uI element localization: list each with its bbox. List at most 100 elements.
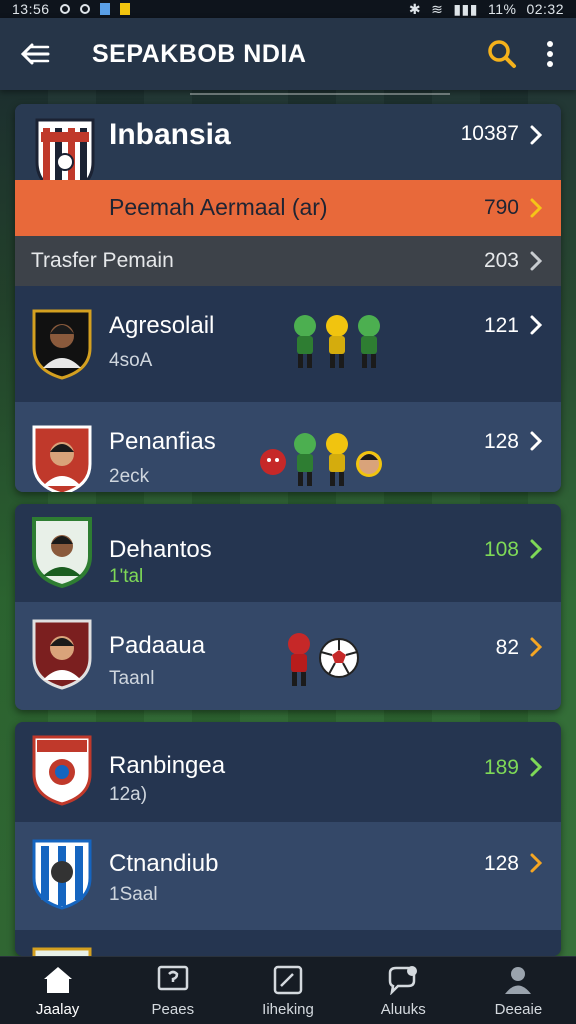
nav-item-messages[interactable]: Peaes xyxy=(115,957,230,1024)
transfer-label: Trasfer Pemain xyxy=(31,249,174,272)
team-crest-icon xyxy=(32,309,92,380)
league-header-row[interactable]: Inbansia 10387 xyxy=(15,104,561,196)
nav-label: Aluuks xyxy=(380,1001,426,1018)
pitch-line-decoration xyxy=(190,93,450,95)
team-subtitle: 1Saal xyxy=(109,884,158,905)
team-name: Padaaua xyxy=(109,632,206,659)
team-crest-icon xyxy=(32,839,92,910)
chevron-right-icon xyxy=(530,853,543,873)
battery-level: 11% xyxy=(487,1,517,17)
search-icon xyxy=(488,40,516,68)
nav-item-profile[interactable]: Deeaie xyxy=(461,957,576,1024)
team-crest-icon xyxy=(32,735,92,806)
notification-icon xyxy=(59,4,70,14)
team-name: Penanfias xyxy=(109,428,216,455)
chevron-right-icon xyxy=(530,125,543,145)
player-rating-count: 790 xyxy=(483,196,519,219)
player-rating-row[interactable]: Peemah Aermaal (ar) 790 xyxy=(15,180,561,236)
back-button[interactable] xyxy=(18,39,52,69)
nav-item-ranking[interactable]: Iiheking xyxy=(230,957,345,1024)
app-title: SEPAKBOB NDIA xyxy=(92,39,307,68)
team-row[interactable]: Agresolail 4soA 121 xyxy=(15,286,561,402)
team-count: 121 xyxy=(483,314,519,337)
team-group-card: Dehantos 1'tal 108 Padaaua Taanl 82 xyxy=(15,504,561,710)
nav-label: Jaalay xyxy=(35,1001,80,1018)
team-name: Ctnandiub xyxy=(109,850,219,877)
edit-icon xyxy=(273,965,303,995)
status-clock: 02:32 xyxy=(526,1,564,17)
chevron-right-icon xyxy=(530,539,543,559)
player-face-icon xyxy=(356,451,382,477)
nav-label: Iiheking xyxy=(262,1001,314,1018)
player-figures xyxy=(259,432,383,488)
team-count: 128 xyxy=(483,852,519,875)
team-crest-icon xyxy=(32,619,92,690)
team-subtitle: Taanl xyxy=(109,668,155,689)
wifi-icon: ≋ xyxy=(431,0,444,17)
transfer-count: 203 xyxy=(483,249,519,272)
green-player-icon xyxy=(294,433,316,486)
player-figures xyxy=(291,314,383,370)
team-crest-icon xyxy=(32,947,92,956)
more-options-button[interactable] xyxy=(542,36,558,72)
profile-icon xyxy=(505,967,532,994)
back-arrow-icon xyxy=(20,43,50,65)
chevron-right-icon xyxy=(530,757,543,777)
search-button[interactable] xyxy=(484,36,520,72)
team-crest-icon xyxy=(32,517,92,588)
team-subtitle: 4soA xyxy=(109,350,153,371)
team-name: Ranbingea xyxy=(109,752,226,779)
team-row[interactable]: Ctnandiub 1Saal 128 xyxy=(15,822,561,930)
green-player-icon xyxy=(294,315,316,368)
team-crest-icon xyxy=(32,425,92,492)
soccer-ball-icon xyxy=(319,638,359,678)
message-icon xyxy=(157,965,189,991)
chevron-right-icon xyxy=(530,315,543,335)
team-row-partial[interactable] xyxy=(15,930,561,956)
team-row[interactable]: Padaaua Taanl 82 xyxy=(15,602,561,710)
league-title: Inbansia xyxy=(109,118,231,151)
team-name: Dehantos xyxy=(109,536,212,563)
yellow-player-icon xyxy=(326,315,348,368)
team-count: 82 xyxy=(495,636,519,659)
transfer-row[interactable]: Trasfer Pemain 203 xyxy=(15,236,561,286)
team-group-card: Ranbingea 12a) 189 Ctnandiub 1Saal 128 xyxy=(15,722,561,956)
more-vertical-icon xyxy=(547,41,553,67)
signal-icon: ▮▮▮ xyxy=(453,0,478,17)
chevron-right-icon xyxy=(530,431,543,451)
red-mascot-icon xyxy=(260,449,286,475)
app-notification-icon xyxy=(99,3,110,15)
home-icon xyxy=(43,967,72,993)
nav-label: Peaes xyxy=(151,1001,195,1018)
bluetooth-icon: ✱ xyxy=(408,0,422,17)
team-subtitle: 2eck xyxy=(109,466,150,487)
team-count: 108 xyxy=(483,538,519,561)
status-time: 13:56 xyxy=(12,1,50,17)
yellow-player-icon xyxy=(326,433,348,486)
bottom-navigation: Jaalay Peaes Iiheking Aluuks Deeaie xyxy=(0,956,576,1024)
player-figures xyxy=(285,632,361,688)
player-rating-label: Peemah Aermaal (ar) xyxy=(109,194,328,220)
chat-icon xyxy=(388,966,418,995)
app-notification-icon-2 xyxy=(119,3,130,15)
chevron-right-icon xyxy=(530,637,543,657)
chevron-right-icon xyxy=(530,251,543,271)
team-name: Agresolail xyxy=(109,312,215,339)
red-player-icon xyxy=(288,633,310,686)
team-row[interactable]: Ranbingea 12a) 189 xyxy=(15,722,561,822)
team-row[interactable]: Dehantos 1'tal 108 xyxy=(15,504,561,602)
team-row[interactable]: Penanfias 2eck 128 xyxy=(15,402,561,492)
league-total-count: 10387 xyxy=(460,122,519,145)
green-player-icon xyxy=(358,315,380,368)
team-subtitle: 1'tal xyxy=(109,566,144,587)
chevron-right-icon xyxy=(530,198,543,218)
team-count: 189 xyxy=(483,756,519,779)
status-bar: 13:56 ✱ ≋ ▮▮▮ 11% 02:32 xyxy=(0,0,576,18)
nav-item-home[interactable]: Jaalay xyxy=(0,957,115,1024)
sync-icon xyxy=(79,4,90,14)
nav-item-chat[interactable]: Aluuks xyxy=(346,957,461,1024)
league-card: Inbansia 10387 Peemah Aermaal (ar) 790 T… xyxy=(15,104,561,492)
team-count: 128 xyxy=(483,430,519,453)
nav-label: Deeaie xyxy=(494,1001,543,1018)
app-bar: SEPAKBOB NDIA xyxy=(0,18,576,90)
